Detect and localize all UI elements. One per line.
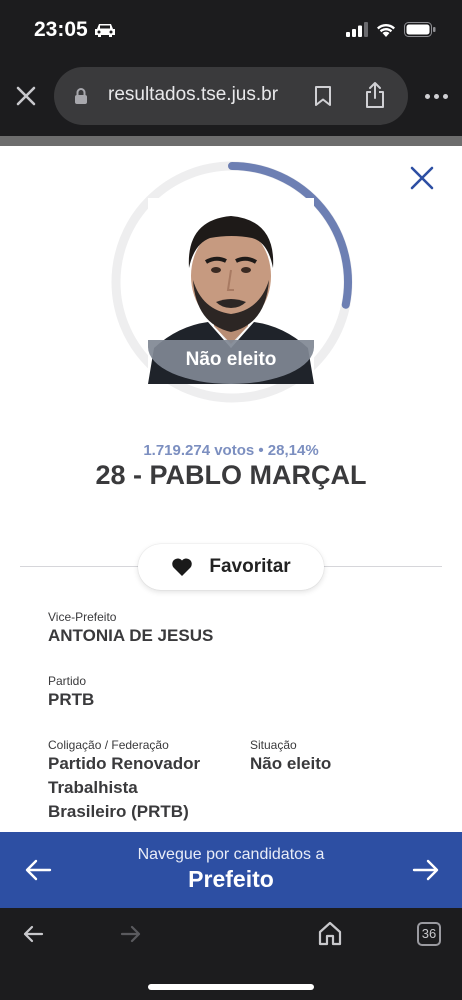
party-value: PRTB	[48, 690, 95, 709]
candidate-avatar: Não eleito	[108, 158, 356, 406]
candidate-navigation: Navegue por candidatos a Prefeito	[0, 832, 462, 908]
vice-label: Vice-Prefeito	[48, 610, 117, 624]
favorite-button[interactable]: Favoritar	[138, 544, 324, 590]
battery-icon	[404, 22, 436, 37]
signal-icon	[346, 22, 368, 37]
bookmark-icon[interactable]	[314, 85, 332, 107]
browser-bottom-toolbar: 36	[0, 908, 462, 1000]
car-icon	[94, 24, 115, 37]
situation-label: Situação	[250, 738, 297, 752]
navigation-title[interactable]: Prefeito	[0, 866, 462, 893]
candidate-name: 28 - PABLO MARÇAL	[95, 460, 367, 490]
home-indicator	[148, 984, 314, 990]
home-icon[interactable]	[317, 920, 343, 946]
heart-icon	[172, 558, 193, 576]
url-text: resultados.tse.jus.br	[108, 84, 279, 105]
forward-arrow-icon[interactable]	[120, 924, 142, 944]
lock-icon	[75, 88, 87, 104]
coalition-label: Coligação / Federação	[48, 738, 169, 752]
status-bar: 23:05	[0, 0, 462, 60]
coalition-line: Trabalhista	[48, 778, 138, 797]
coalition-line: Brasileiro (PRTB)	[48, 802, 189, 821]
back-arrow-icon[interactable]	[22, 924, 44, 944]
next-candidate-arrow-icon[interactable]	[412, 858, 440, 882]
status-indicators	[346, 22, 436, 37]
more-icon[interactable]	[425, 94, 448, 99]
favorite-label: Favoritar	[209, 556, 291, 577]
address-bar[interactable]: resultados.tse.jus.br	[54, 67, 408, 125]
party-label: Partido	[48, 674, 87, 688]
candidate-modal: Não eleito 1.719.274 votos • 28,14% 28 -…	[0, 146, 462, 832]
share-icon[interactable]	[364, 81, 386, 109]
situation-value: Não eleito	[250, 754, 332, 773]
vote-count: 1.719.274 votos • 28,14%	[143, 442, 319, 459]
browser-toolbar: resultados.tse.jus.br	[0, 60, 462, 136]
tabs-icon[interactable]: 36	[417, 922, 441, 946]
modal-backdrop-strip	[0, 136, 462, 146]
coalition-line: Partido Renovador	[48, 754, 201, 773]
navigation-subtitle: Navegue por candidatos a	[137, 846, 325, 863]
status-time: 23:05	[34, 18, 116, 42]
wifi-icon	[377, 23, 395, 37]
vice-value: ANTONIA DE JESUS	[48, 626, 214, 645]
clock: 23:05	[34, 18, 88, 41]
close-icon[interactable]	[408, 164, 436, 192]
close-tab-icon[interactable]	[14, 84, 38, 108]
